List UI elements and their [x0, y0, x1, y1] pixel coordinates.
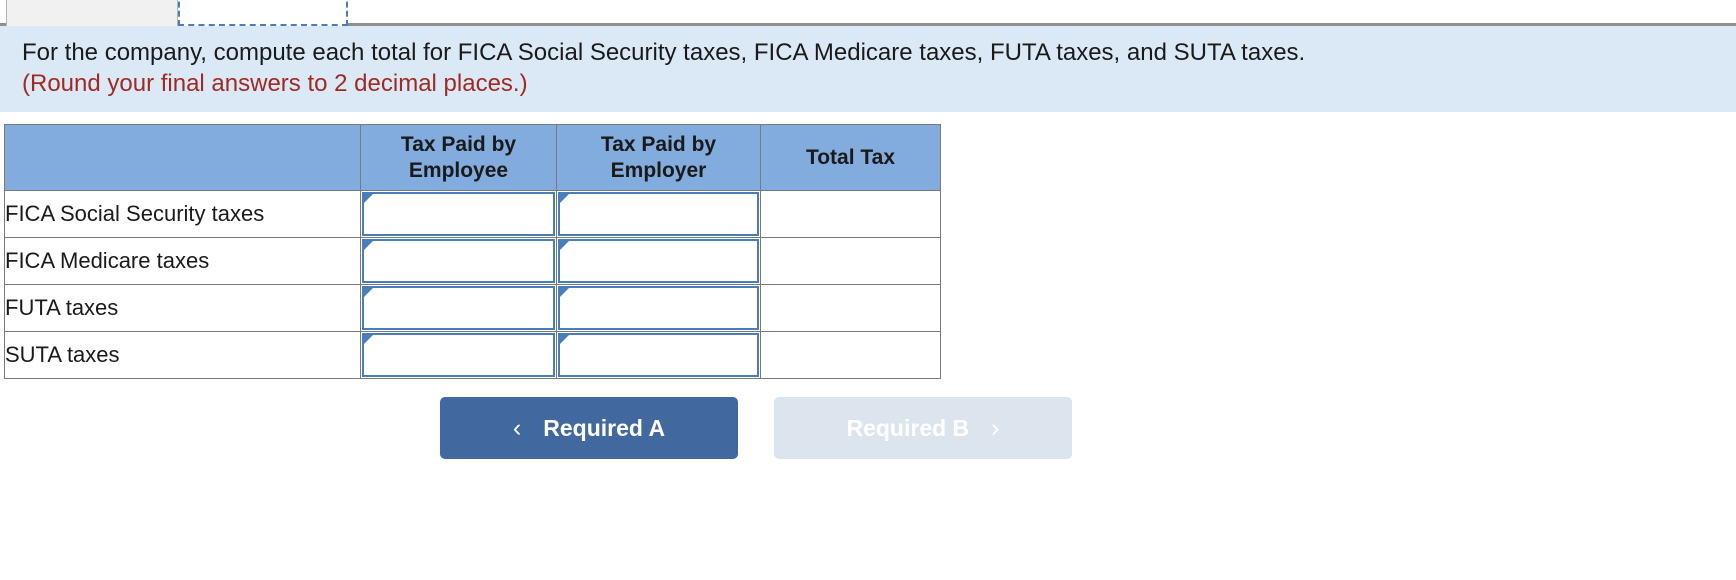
cell-employee-suta[interactable]	[360, 331, 557, 379]
input-employer-fica-medicare[interactable]	[570, 243, 754, 279]
input-shell	[558, 192, 759, 236]
input-employer-suta[interactable]	[570, 337, 754, 373]
cell-employee-futa[interactable]	[360, 284, 557, 332]
tab-required-a-label	[7, 0, 177, 5]
column-header-employee: Tax Paid by Employee	[360, 124, 557, 191]
input-shell	[558, 286, 759, 330]
input-shell	[362, 333, 555, 377]
cell-total-suta	[760, 331, 941, 379]
chevron-right-icon: ›	[991, 413, 1000, 442]
table-row: FICA Social Security taxes	[4, 190, 941, 238]
column-header-total: Total Tax	[760, 124, 941, 191]
required-b-button-label: Required B	[846, 414, 970, 441]
input-shell	[362, 192, 555, 236]
cell-total-fica-medicare	[760, 237, 941, 285]
cell-employer-suta[interactable]	[556, 331, 761, 379]
corner-triangle-icon	[364, 194, 373, 203]
corner-triangle-icon	[560, 241, 569, 250]
cell-employee-fica-medicare[interactable]	[360, 237, 557, 285]
cell-total-futa	[760, 284, 941, 332]
input-employee-futa[interactable]	[374, 290, 550, 326]
input-shell	[362, 286, 555, 330]
instruction-banner: For the company, compute each total for …	[0, 26, 1736, 112]
table-row: FICA Medicare taxes	[4, 237, 941, 285]
input-employer-fica-social-security[interactable]	[570, 196, 754, 232]
corner-triangle-icon	[364, 241, 373, 250]
row-label-fica-social-security: FICA Social Security taxes	[4, 190, 361, 238]
corner-triangle-icon	[560, 288, 569, 297]
instruction-text: For the company, compute each total for …	[22, 39, 1306, 66]
corner-triangle-icon	[560, 335, 569, 344]
column-header-employer: Tax Paid by Employer	[556, 124, 761, 191]
input-employee-suta[interactable]	[374, 337, 550, 373]
corner-triangle-icon	[364, 335, 373, 344]
chevron-left-icon: ‹	[512, 413, 522, 442]
navigation-bar: ‹ Required A Required B ›	[0, 397, 1736, 459]
table-header-row: Tax Paid by Employee Tax Paid by Employe…	[4, 124, 941, 191]
tax-table-header: Tax Paid by Employee Tax Paid by Employe…	[4, 124, 941, 191]
tab-required-b[interactable]	[178, 0, 348, 26]
tab-required-a[interactable]	[6, 0, 178, 26]
row-label-fica-medicare: FICA Medicare taxes	[4, 237, 361, 285]
required-b-button[interactable]: Required B ›	[774, 397, 1072, 459]
cell-employer-fica-social-security[interactable]	[556, 190, 761, 238]
input-employer-futa[interactable]	[570, 290, 754, 326]
input-shell	[558, 239, 759, 283]
row-label-futa: FUTA taxes	[4, 284, 361, 332]
corner-triangle-icon	[560, 194, 569, 203]
tab-strip	[0, 0, 1736, 26]
corner-triangle-icon	[364, 288, 373, 297]
required-a-button-label: Required A	[543, 414, 666, 441]
cell-employer-futa[interactable]	[556, 284, 761, 332]
tab-required-b-label	[180, 0, 346, 6]
input-employee-fica-social-security[interactable]	[374, 196, 550, 232]
input-shell	[362, 239, 555, 283]
tax-table-container: Tax Paid by Employee Tax Paid by Employe…	[0, 112, 1736, 379]
cell-employee-fica-social-security[interactable]	[360, 190, 557, 238]
input-employee-fica-medicare[interactable]	[374, 243, 550, 279]
tax-table: Tax Paid by Employee Tax Paid by Employe…	[4, 124, 941, 379]
tax-table-body: FICA Social Security taxes FICA Medicare…	[4, 190, 941, 379]
table-row: SUTA taxes	[4, 331, 941, 379]
table-row: FUTA taxes	[4, 284, 941, 332]
row-label-suta: SUTA taxes	[4, 331, 361, 379]
cell-total-fica-social-security	[760, 190, 941, 238]
column-header-blank	[4, 124, 361, 191]
instruction-rounding-note: (Round your final answers to 2 decimal p…	[22, 69, 528, 97]
input-shell	[558, 333, 759, 377]
cell-employer-fica-medicare[interactable]	[556, 237, 761, 285]
required-a-button[interactable]: ‹ Required A	[440, 397, 738, 459]
